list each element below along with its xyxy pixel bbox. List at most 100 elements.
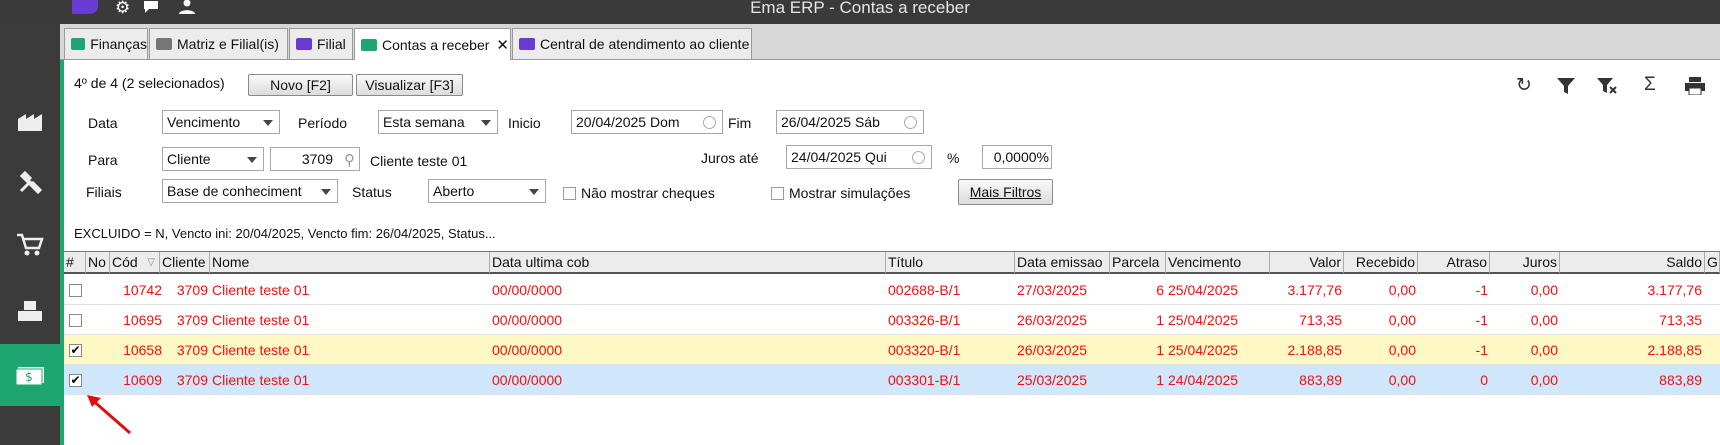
cell-cod: 10695 — [123, 312, 162, 328]
table-row[interactable]: ✔ 10609 3709 Cliente teste 01 00/00/0000 0033… — [64, 365, 1720, 395]
filter-icon[interactable] — [1556, 77, 1576, 101]
clock-icon[interactable] — [703, 116, 716, 129]
col-valor[interactable]: Valor — [1270, 252, 1344, 273]
fim-date-field[interactable]: 26/04/2025 Sáb — [776, 110, 924, 134]
table-row[interactable]: 10695 3709 Cliente teste 01 00/00/0000 00332… — [64, 305, 1720, 335]
cell-cliente: 3709 — [176, 372, 208, 388]
cell-saldo: 3.177,76 — [1647, 282, 1703, 298]
mais-filtros-button[interactable]: Mais Filtros — [958, 179, 1053, 205]
cell-parcela: 1 — [1156, 342, 1164, 358]
periodo-label: Período — [298, 115, 348, 131]
row-checkbox[interactable] — [69, 314, 82, 327]
no-cheques-checkbox[interactable] — [563, 187, 576, 200]
col-data-emissao[interactable]: Data emissao — [1015, 252, 1110, 273]
clear-filter-icon[interactable] — [1596, 77, 1618, 101]
chevron-down-icon — [529, 189, 539, 195]
clock-icon[interactable] — [912, 151, 925, 164]
col-no[interactable]: No — [86, 252, 110, 273]
cell-data-emissao: 27/03/2025 — [1017, 282, 1088, 298]
table-row[interactable]: 10742 3709 Cliente teste 01 00/00/0000 00268… — [64, 275, 1720, 305]
selection-status: 4º de 4 (2 selecionados) — [74, 75, 225, 91]
cliente-code-value: 3709 — [301, 151, 333, 167]
sum-icon[interactable]: Σ — [1644, 74, 1656, 96]
inicio-date-value: 20/04/2025 Dom — [576, 114, 680, 130]
cell-recebido: 0,00 — [1388, 372, 1416, 388]
filiais-label: Filiais — [86, 184, 122, 200]
col-recebido[interactable]: Recebido — [1344, 252, 1418, 273]
table-row[interactable]: ✔ 10658 3709 Cliente teste 01 00/00/0000 0033… — [64, 335, 1720, 365]
cliente-code-field[interactable]: 3709 ⚲ — [270, 147, 360, 171]
filiais-select[interactable]: Base de conheciment — [162, 179, 338, 203]
chevron-down-icon — [263, 120, 273, 126]
cell-valor: 2.188,85 — [1287, 342, 1343, 358]
data-label: Data — [88, 115, 118, 131]
cell-data-ultima: 00/00/0000 — [492, 312, 563, 328]
cell-saldo: 713,35 — [1659, 312, 1702, 328]
col-titulo[interactable]: Título — [886, 252, 1015, 273]
col-juros[interactable]: Juros — [1490, 252, 1560, 273]
juros-date-field[interactable]: 24/04/2025 Qui — [786, 145, 932, 169]
col-nome[interactable]: Nome — [210, 252, 490, 273]
col-saldo[interactable]: Saldo — [1560, 252, 1705, 273]
col-parcela[interactable]: Parcela — [1110, 252, 1166, 273]
percent-field[interactable]: 0,0000% — [982, 145, 1052, 169]
col-atraso[interactable]: Atraso — [1418, 252, 1490, 273]
cell-juros: 0,00 — [1530, 282, 1558, 298]
row-checkbox[interactable]: ✔ — [69, 374, 82, 387]
cell-vencimento: 25/04/2025 — [1168, 282, 1239, 298]
table-header: # No Cód ▽ Cliente Nome Data ultima cob T… — [64, 251, 1720, 274]
row-checkbox[interactable]: ✔ — [69, 344, 82, 357]
col-cliente[interactable]: Cliente — [160, 252, 210, 273]
cell-atraso: 0 — [1480, 372, 1488, 388]
no-cheques-label: Não mostrar cheques — [581, 185, 715, 201]
view-button[interactable]: Visualizar [F3] — [356, 74, 463, 96]
data-select[interactable]: Vencimento — [162, 110, 280, 134]
col-hash[interactable]: # — [64, 252, 86, 273]
search-icon[interactable]: ⚲ — [344, 150, 355, 170]
periodo-select[interactable]: Esta semana — [378, 110, 498, 134]
cell-saldo: 883,89 — [1659, 372, 1702, 388]
juros-date-value: 24/04/2025 Qui — [791, 149, 887, 165]
col-data-ultima-cob[interactable]: Data ultima cob — [490, 252, 886, 273]
cell-recebido: 0,00 — [1388, 312, 1416, 328]
inicio-date-field[interactable]: 20/04/2025 Dom — [571, 110, 723, 134]
col-extra[interactable]: G — [1705, 252, 1720, 273]
clock-icon[interactable] — [904, 116, 917, 129]
row-checkbox[interactable] — [69, 284, 82, 297]
cell-juros: 0,00 — [1530, 372, 1558, 388]
cell-parcela: 1 — [1156, 372, 1164, 388]
refresh-icon[interactable]: ↻ — [1516, 74, 1532, 97]
new-button[interactable]: Novo [F2] — [248, 74, 353, 96]
cell-titulo: 003320-B/1 — [888, 342, 961, 358]
cell-juros: 0,00 — [1530, 342, 1558, 358]
status-select[interactable]: Aberto — [428, 179, 546, 203]
col-cod[interactable]: Cód ▽ — [110, 252, 160, 273]
cell-vencimento: 25/04/2025 — [1168, 312, 1239, 328]
col-cod-label: Cód — [112, 254, 138, 270]
filter-summary: EXCLUIDO = N, Vencto ini: 20/04/2025, Ve… — [74, 226, 496, 241]
para-label: Para — [88, 152, 118, 168]
cell-nome: Cliente teste 01 — [212, 312, 310, 328]
chevron-down-icon — [481, 120, 491, 126]
simulacoes-label: Mostrar simulações — [789, 185, 911, 201]
cell-cod: 10742 — [123, 282, 162, 298]
cell-data-emissao: 26/03/2025 — [1017, 342, 1088, 358]
cell-parcela: 1 — [1156, 312, 1164, 328]
filiais-select-value: Base de conheciment — [167, 183, 302, 199]
chevron-down-icon — [321, 189, 331, 195]
juros-label: Juros até — [701, 150, 759, 166]
cell-cod: 10609 — [123, 372, 162, 388]
cell-juros: 0,00 — [1530, 312, 1558, 328]
cell-cliente: 3709 — [176, 282, 208, 298]
cell-nome: Cliente teste 01 — [212, 372, 310, 388]
simulacoes-checkbox[interactable] — [771, 187, 784, 200]
col-vencimento[interactable]: Vencimento — [1166, 252, 1270, 273]
cell-cliente: 3709 — [176, 312, 208, 328]
cell-data-emissao: 26/03/2025 — [1017, 312, 1088, 328]
cell-valor: 883,89 — [1299, 372, 1342, 388]
para-select[interactable]: Cliente — [162, 147, 264, 171]
cell-nome: Cliente teste 01 — [212, 282, 310, 298]
cell-vencimento: 24/04/2025 — [1168, 372, 1239, 388]
cell-data-emissao: 25/03/2025 — [1017, 372, 1088, 388]
print-icon[interactable] — [1684, 77, 1706, 101]
